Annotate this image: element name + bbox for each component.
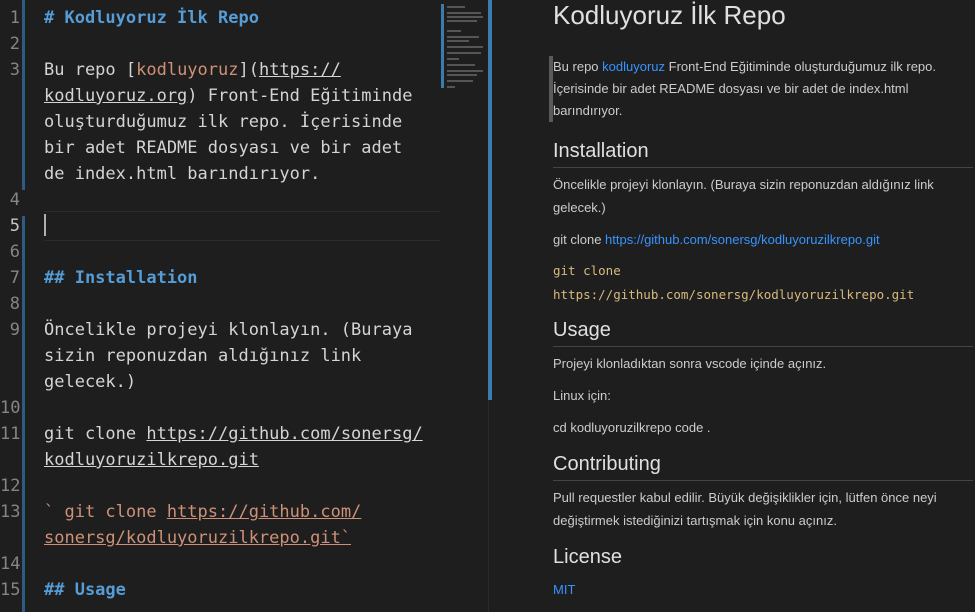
usage-heading: Usage (553, 319, 973, 347)
license-heading: License (553, 546, 622, 568)
line-number-gutter: 1 2 3 4 5 6 7 8 9 10 11 12 13 14 15 (0, 0, 30, 612)
contributing-text: Pull requestler kabul edilir. Büyük deği… (553, 490, 937, 528)
markdown-editor[interactable]: 1 2 3 4 5 6 7 8 9 10 11 12 13 14 15 # Ko… (0, 0, 488, 612)
code-line: gelecek.) (44, 372, 137, 392)
code-line: sonersg/kodluyoruzilkrepo.git` (44, 528, 352, 548)
text-cursor (44, 214, 46, 236)
contributing-heading: Contributing (553, 453, 973, 481)
line-number: 9 (9, 320, 20, 340)
line-number: 6 (9, 242, 20, 262)
line-number: 11 (0, 424, 21, 444)
line-number: 15 (0, 580, 21, 600)
code-line: # Kodluyoruz İlk Repo (44, 8, 259, 28)
current-line-highlight (44, 211, 440, 241)
code-line: ## Installation (44, 268, 198, 288)
linux-text: Linux için: (553, 388, 611, 403)
code-line: ## Usage (44, 580, 126, 600)
line-number: 13 (0, 502, 21, 522)
modified-line-indicator (22, 216, 25, 612)
code-block-line: https://github.com/sonersg/kodluyoruzilk… (553, 287, 915, 302)
code-block-line: git clone (553, 263, 621, 278)
code-line: ` git clone https://github.com/ (44, 502, 362, 522)
usage-text: Projeyi klonladıktan sonra vscode içinde… (553, 356, 827, 371)
installation-heading: Installation (553, 140, 973, 168)
clone-text: git clone https://github.com/sonersg/kod… (553, 232, 880, 247)
line-number: 10 (0, 398, 21, 418)
installation-text: Öncelikle projeyi klonlayın. (Buraya siz… (553, 177, 934, 215)
code-line: bir adet README dosyası ve bir adet (44, 138, 403, 158)
code-line: de index.html barındırıyor. (44, 164, 321, 184)
markdown-preview[interactable]: Kodluyoruz İlk Repo Bu repo kodluyoruz F… (502, 0, 975, 612)
line-number: 2 (9, 34, 20, 54)
minimap[interactable] (443, 4, 487, 94)
code-line: sizin reponuzdan aldığınız link (44, 346, 362, 366)
clone-url-link[interactable]: https://github.com/sonersg/kodluyoruzilk… (605, 232, 880, 247)
line-number: 14 (0, 554, 21, 574)
modified-line-indicator (22, 0, 25, 190)
code-line: oluşturduğumuz ilk repo. İçerisinde (44, 112, 403, 132)
code-line: Bu repo [kodluyoruz](https:// (44, 60, 341, 80)
line-number: 3 (9, 60, 20, 80)
line-number: 4 (9, 190, 20, 210)
mit-license-link[interactable]: MIT (553, 582, 575, 597)
line-number: 5 (9, 216, 20, 236)
code-line: git clone https://github.com/sonersg/ (44, 424, 423, 444)
line-number: 1 (9, 8, 20, 28)
line-number: 8 (9, 294, 20, 314)
linux-command: cd kodluyoruzilkrepo code . (553, 420, 711, 435)
line-number: 12 (0, 476, 21, 496)
editor-scrollbar-thumb[interactable] (488, 0, 492, 400)
line-number: 7 (9, 268, 20, 288)
code-line: kodluyoruzilkrepo.git (44, 450, 259, 470)
preview-blockquote: Bu repo kodluyoruz Front-End Eğitiminde … (553, 56, 971, 122)
kodluyoruz-link[interactable]: kodluyoruz (602, 59, 665, 74)
preview-title: Kodluyoruz İlk Repo (553, 0, 786, 30)
code-line: kodluyoruz.org) Front-End Eğitiminde (44, 86, 413, 106)
code-line: Öncelikle projeyi klonlayın. (Buraya (44, 320, 413, 340)
